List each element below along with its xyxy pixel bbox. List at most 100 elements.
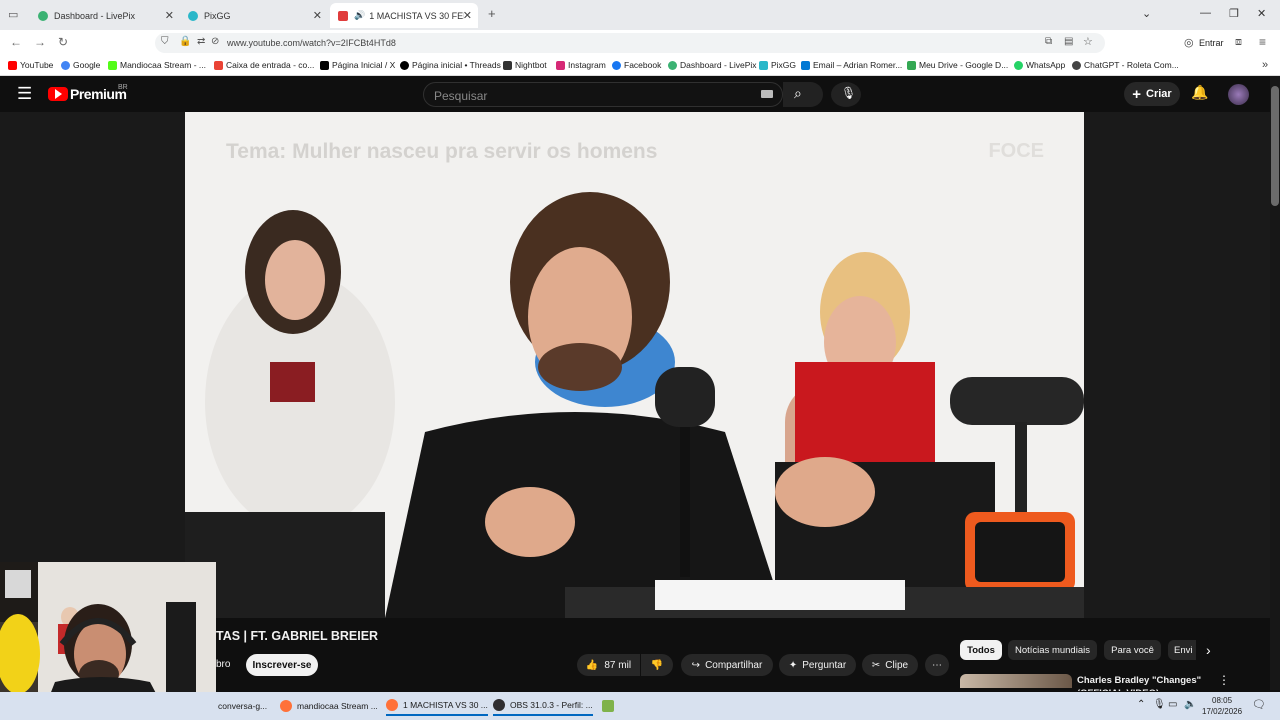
next-video-thumbnail[interactable] — [960, 674, 1072, 688]
close-tab-icon[interactable]: ✕ — [313, 9, 322, 22]
channel-name[interactable]: bro — [216, 659, 230, 670]
address-bar[interactable]: ⛉ 🔒 ⇄ ⊘ www.youtube.com/watch?v=2IFCBt4H… — [155, 33, 1105, 53]
new-tab-icon[interactable]: + — [488, 6, 496, 21]
chip-for-you[interactable]: Para você — [1104, 640, 1161, 660]
bookmark-star-icon[interactable]: ☆ — [1083, 35, 1093, 48]
minimize-window-icon[interactable]: — — [1200, 7, 1211, 19]
bookmark-google[interactable]: Google — [61, 60, 100, 70]
dislike-button[interactable]: 👎 — [641, 654, 673, 676]
tab-pixgg[interactable]: PixGG ✕ — [180, 3, 328, 28]
volume-icon[interactable]: 🔈 — [1184, 699, 1196, 710]
taskbar-item-obs[interactable]: OBS 31.0.3 - Perfil: ... — [493, 696, 593, 716]
bookmark-youtube[interactable]: YouTube — [8, 60, 53, 70]
tab-title: PixGG — [204, 10, 231, 21]
extensions-icon[interactable]: ⧈ — [1235, 36, 1242, 49]
clock-time[interactable]: 08:05 — [1212, 696, 1232, 705]
picture-in-picture-icon[interactable]: ⧉ — [1045, 36, 1052, 47]
taskbar-item-firefox-stream[interactable]: mandiocaa Stream ... — [280, 696, 378, 716]
youtube-icon — [8, 60, 17, 70]
close-tab-icon[interactable]: ✕ — [165, 9, 174, 22]
bookmark-drive[interactable]: Meu Drive - Google D... — [907, 60, 1008, 70]
share-button[interactable]: ↪ Compartilhar — [681, 654, 773, 676]
permissions-icon[interactable]: ⇄ — [197, 36, 205, 47]
scissors-icon: ✂ — [871, 659, 881, 671]
more-bookmarks-icon[interactable]: » — [1262, 59, 1268, 71]
bookmark-x[interactable]: Página Inicial / X — [320, 60, 395, 70]
page-scrollbar-thumb[interactable] — [1271, 86, 1279, 206]
facebook-icon — [612, 60, 621, 70]
taskbar-item-conversa[interactable]: conversa-g... — [218, 696, 267, 716]
livepix-favicon-icon — [38, 10, 48, 21]
bookmark-facebook[interactable]: Facebook — [612, 60, 661, 70]
reload-icon[interactable]: ↻ — [58, 35, 68, 49]
bookmark-instagram[interactable]: Instagram — [556, 60, 606, 70]
chip-all[interactable]: Todos — [960, 640, 1002, 660]
bookmark-kick[interactable]: Mandiocaa Stream - ... — [108, 60, 206, 70]
create-button[interactable]: + Criar — [1124, 82, 1180, 106]
bookmark-threads[interactable]: Página inicial • Threads — [400, 60, 501, 70]
windows-taskbar: conversa-g... mandiocaa Stream ... 1 MAC… — [0, 692, 1280, 720]
search-placeholder: Pesquisar — [434, 89, 488, 103]
youtube-logo[interactable] — [48, 87, 68, 101]
app-icon — [602, 700, 614, 712]
lock-icon[interactable]: 🔒 — [179, 36, 191, 47]
bookmark-gmail[interactable]: Caixa de entrada - co... — [214, 60, 314, 70]
more-actions-button[interactable]: ⋯ — [925, 654, 949, 676]
share-arrow-icon: ↪ — [691, 659, 701, 671]
voice-search-button[interactable]: 🎙 — [831, 82, 861, 107]
bookmarks-bar: YouTube Google Mandiocaa Stream - ... Ca… — [0, 56, 1280, 76]
keyboard-icon[interactable] — [761, 90, 773, 98]
close-window-icon[interactable]: ✕ — [1257, 7, 1266, 20]
search-input[interactable]: Pesquisar — [423, 82, 783, 107]
tab-list-icon[interactable]: ▭ — [8, 8, 18, 21]
bookmark-chatgpt[interactable]: ChatGPT - Roleta Com... — [1072, 60, 1179, 70]
hamburger-menu-icon[interactable]: ☰ — [17, 84, 32, 104]
video-player[interactable]: Tema: Mulher nasceu pra servir os homens… — [185, 112, 1084, 618]
video-title: TAS | FT. GABRIEL BREIER — [216, 629, 379, 643]
back-arrow-icon[interactable]: ← — [10, 35, 22, 49]
bookmark-email[interactable]: Email – Adrian Romer... — [801, 60, 902, 70]
x-icon — [320, 60, 329, 70]
chips-next-chevron-icon[interactable]: › — [1206, 642, 1211, 658]
notifications-bell-icon[interactable]: 🔔 — [1191, 84, 1208, 101]
next-video-subtitle[interactable]: (OFFICIAL VIDEO) — [1077, 688, 1159, 691]
tray-chevron-icon[interactable]: ⌃ — [1137, 699, 1145, 710]
pixgg-favicon-icon — [188, 10, 198, 21]
shield-icon[interactable]: ⛉ — [161, 36, 169, 47]
tab-title: 1 MACHISTA VS 30 FEMINI — [369, 10, 464, 21]
taskbar-item-firefox-video[interactable]: 1 MACHISTA VS 30 ... — [386, 696, 488, 716]
audio-playing-icon[interactable]: 🔊 — [354, 10, 365, 21]
tab-dashboard-livepix[interactable]: Dashboard - LivePix ✕ — [30, 3, 180, 28]
menu-icon[interactable]: ≡ — [1259, 35, 1266, 49]
bookmark-livepix[interactable]: Dashboard - LivePix — [668, 60, 757, 70]
next-video-menu-icon[interactable]: ⋮ — [1218, 673, 1230, 687]
ask-button[interactable]: ✦ Perguntar — [779, 654, 856, 676]
subscribe-button[interactable]: Inscrever-se — [246, 654, 318, 676]
close-tab-icon[interactable]: ✕ — [463, 9, 472, 22]
account-icon[interactable]: ◎ — [1184, 36, 1194, 49]
notifications-icon[interactable]: 🗨 — [1252, 698, 1266, 711]
bookmark-pixgg[interactable]: PixGG — [759, 60, 796, 70]
reader-view-icon[interactable]: ▤ — [1064, 36, 1073, 47]
restore-window-icon[interactable]: ❐ — [1229, 7, 1239, 20]
url-text[interactable]: www.youtube.com/watch?v=2IFCBt4HTd8 — [227, 38, 396, 48]
tracking-off-icon[interactable]: ⊘ — [211, 36, 219, 47]
taskbar-item-app[interactable] — [602, 696, 619, 716]
bookmark-nightbot[interactable]: Nightbot — [503, 60, 547, 70]
signin-label[interactable]: Entrar — [1199, 38, 1224, 48]
forward-arrow-icon[interactable]: → — [34, 35, 46, 49]
chip-world-news[interactable]: Notícias mundiais — [1008, 640, 1097, 660]
search-button[interactable]: ⌕ — [783, 82, 823, 107]
clock-date[interactable]: 17/02/2026 — [1202, 707, 1242, 716]
bookmark-whatsapp[interactable]: WhatsApp — [1014, 60, 1065, 70]
tab-search-chevron-icon[interactable]: ⌄ — [1142, 7, 1151, 20]
tab-youtube-video[interactable]: 🔊 1 MACHISTA VS 30 FEMINI ✕ — [330, 3, 478, 28]
like-button[interactable]: 👍 87 mil — [577, 654, 640, 676]
chip-sent[interactable]: Envi — [1168, 640, 1196, 660]
microphone-tray-icon[interactable]: 🎙 — [1153, 699, 1166, 710]
search-icon: ⌕ — [794, 85, 802, 101]
network-icon[interactable]: ▭ — [1168, 699, 1177, 710]
avatar[interactable] — [1228, 84, 1249, 105]
next-video-title[interactable]: Charles Bradley "Changes" — [1077, 675, 1201, 686]
clip-button[interactable]: ✂ Clipe — [862, 654, 918, 676]
